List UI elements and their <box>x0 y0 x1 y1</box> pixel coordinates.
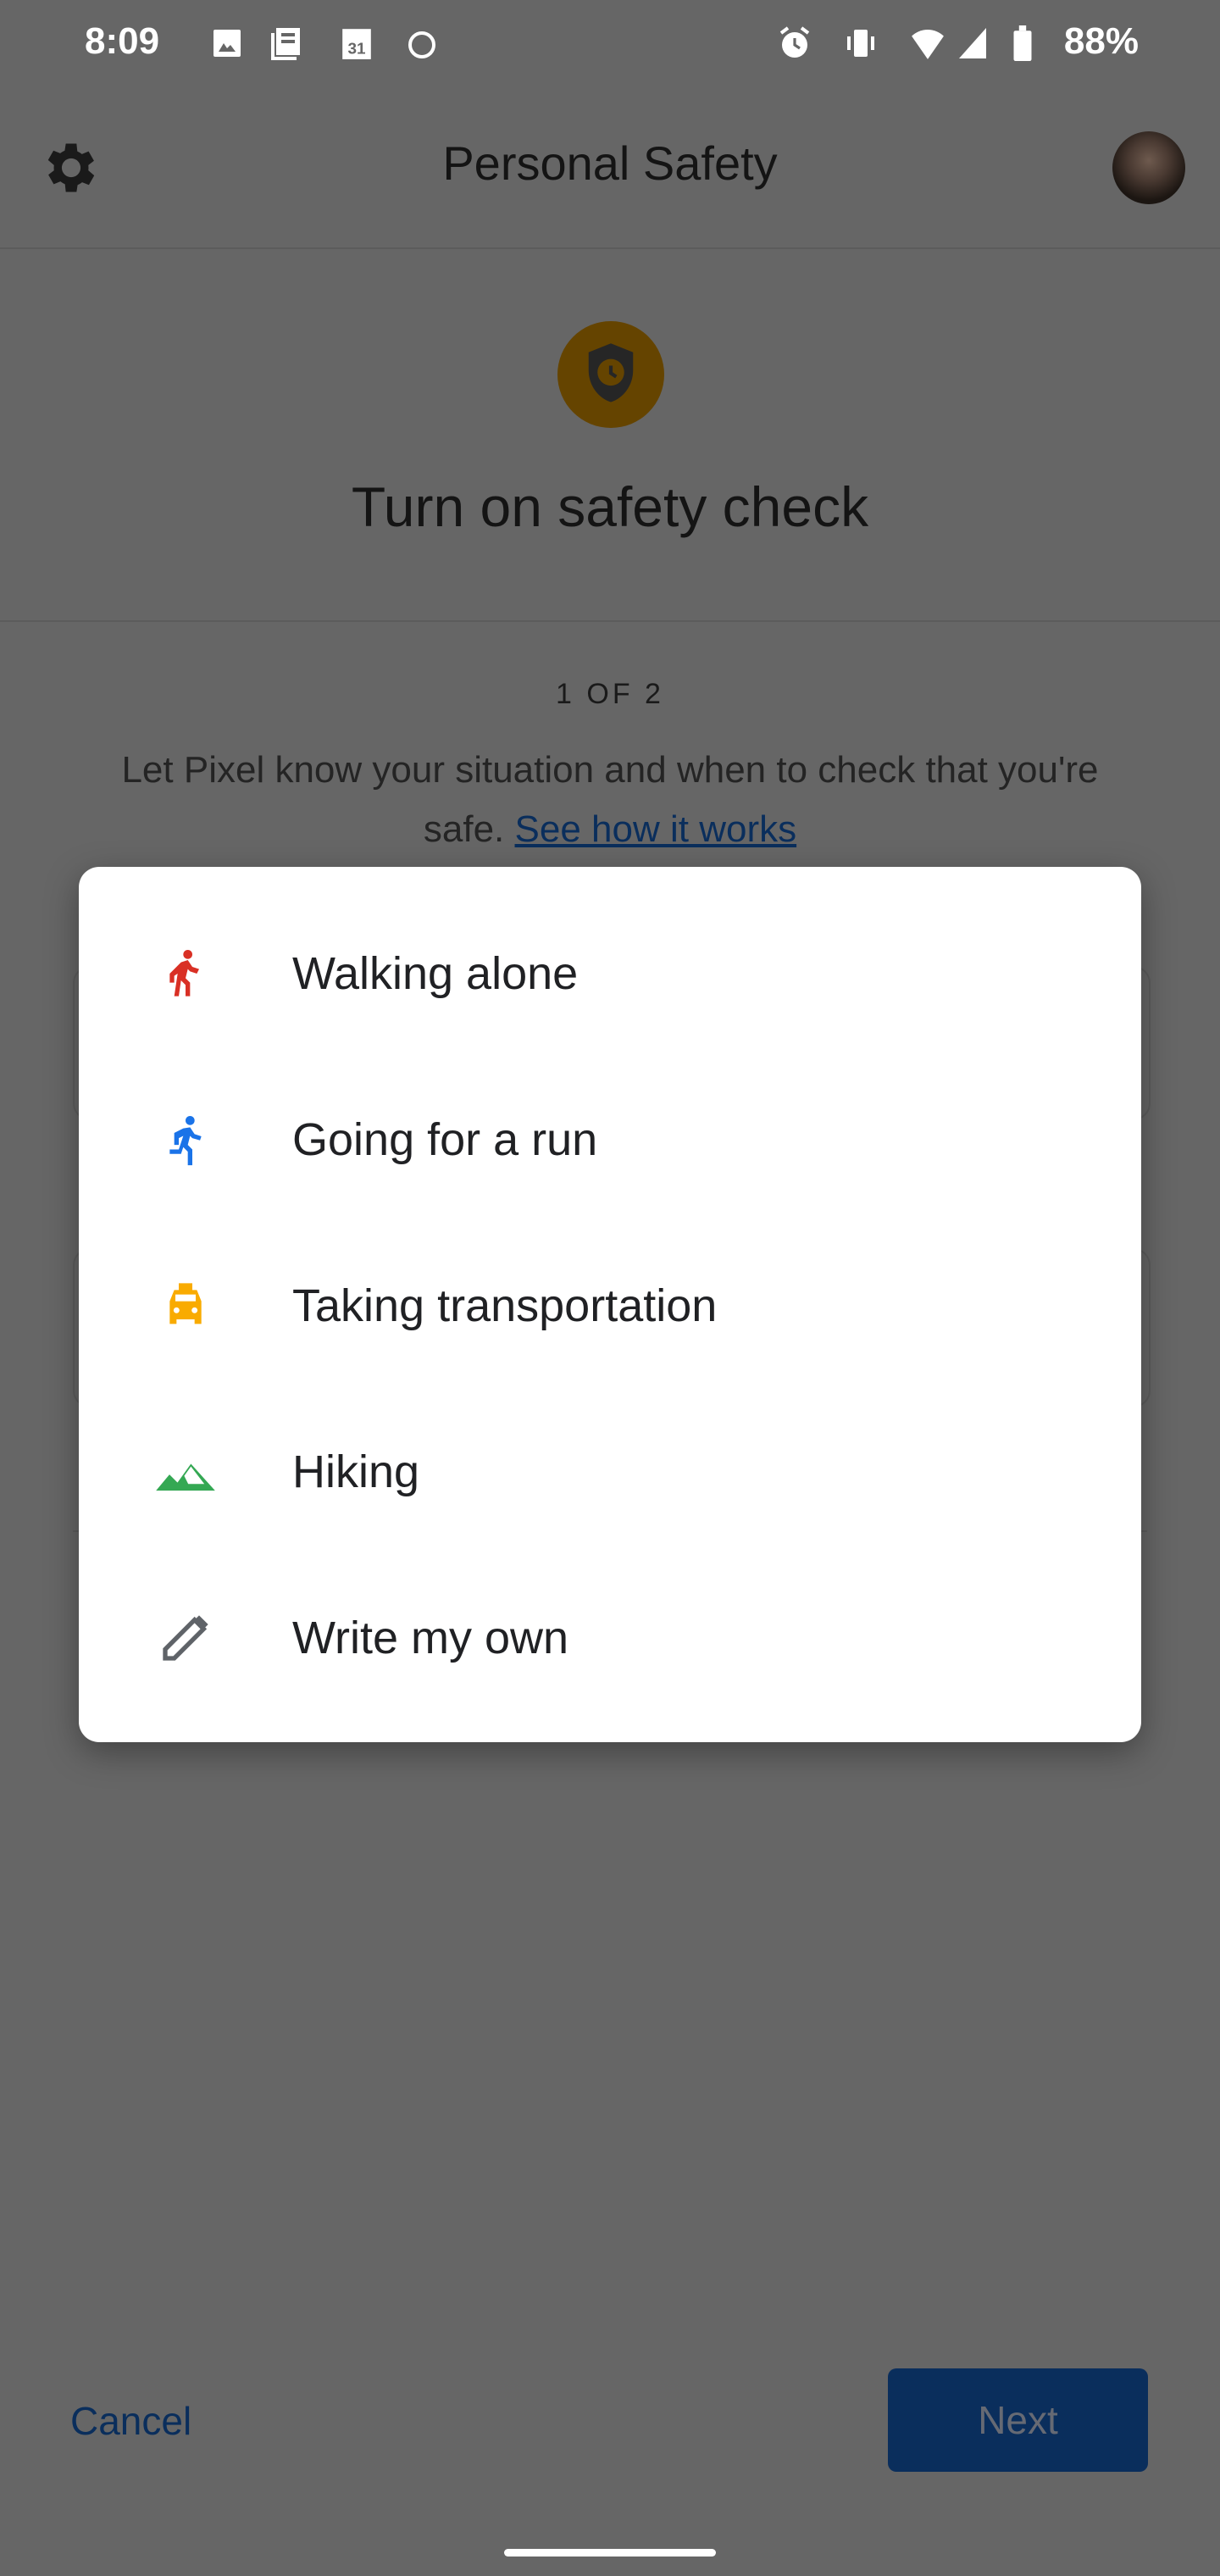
pencil-icon <box>152 1604 219 1672</box>
taxi-icon <box>152 1272 219 1340</box>
alarm-icon <box>779 26 810 58</box>
battery-icon <box>1013 25 1032 61</box>
news-icon <box>271 28 300 60</box>
image-icon <box>214 30 241 57</box>
next-label: Next <box>978 2398 1058 2442</box>
vibrate-icon <box>847 30 874 57</box>
shield-clock-icon <box>557 321 664 428</box>
option-label: Hiking <box>292 1446 420 1497</box>
mountain-icon <box>152 1438 219 1506</box>
option-write-my-own[interactable]: Write my own <box>79 1555 1141 1721</box>
option-hiking[interactable]: Hiking <box>79 1389 1141 1555</box>
situation-dialog: Walking alone Going for a run Taking tra… <box>79 867 1141 1742</box>
see-how-it-works-link[interactable]: See how it works <box>515 808 797 850</box>
description: Let Pixel know your situation and when t… <box>102 741 1118 859</box>
calendar-icon: 31 <box>342 29 371 59</box>
signal-icon <box>959 28 986 58</box>
status-time: 8:09 <box>85 20 160 62</box>
run-icon <box>152 1106 219 1174</box>
page-heading: Turn on safety check <box>351 475 869 538</box>
step-indicator: 1 OF 2 <box>556 678 664 710</box>
cancel-button[interactable]: Cancel <box>70 2398 191 2444</box>
app-title: Personal Safety <box>442 136 778 190</box>
option-label: Walking alone <box>292 948 579 999</box>
alarm-icon <box>408 31 435 58</box>
next-button[interactable]: Next <box>888 2368 1148 2472</box>
option-going-for-a-run[interactable]: Going for a run <box>79 1057 1141 1223</box>
option-label: Taking transportation <box>292 1280 718 1331</box>
wifi-icon <box>912 29 944 59</box>
battery-level: 88% <box>1063 20 1139 62</box>
divider <box>0 620 1220 622</box>
gesture-bar[interactable] <box>504 2549 716 2557</box>
avatar[interactable] <box>1112 131 1185 204</box>
option-taking-transportation[interactable]: Taking transportation <box>79 1223 1141 1389</box>
option-label: Write my own <box>292 1613 569 1663</box>
walk-icon <box>152 940 219 1008</box>
option-walking-alone[interactable]: Walking alone <box>79 891 1141 1057</box>
status-bar: 8:09 31 88% <box>0 0 1220 85</box>
option-label: Going for a run <box>292 1114 598 1165</box>
calendar-day: 31 <box>347 41 365 58</box>
